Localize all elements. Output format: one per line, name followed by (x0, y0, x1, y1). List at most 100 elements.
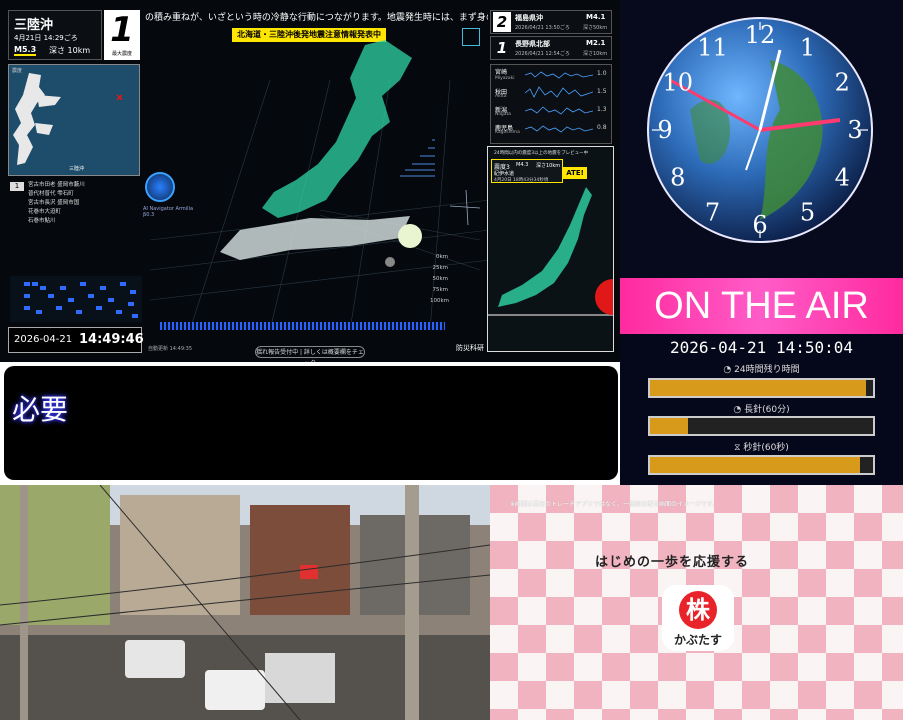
intensity-group-badge: 1 (10, 182, 24, 191)
clock-datetime: 2026-04-21 14:50:04 (669, 338, 854, 357)
station-value: 1.5 (597, 88, 607, 95)
recent-quake-place: 長野県北部 (515, 40, 550, 48)
clock-numeral: 11 (697, 34, 728, 62)
progress-bar-24h (648, 378, 875, 398)
quake-region: 三陸沖 (14, 18, 54, 33)
caption-text: 必要 (12, 393, 69, 426)
recent-quake-time: 2026/04/21 13:50ごろ (515, 25, 570, 31)
nied-logo: 防災科研 (456, 344, 484, 352)
clock-numeral: 10 (662, 69, 693, 97)
list-item: 普代村普代 雫石町 (28, 191, 74, 197)
progress-bar-second (648, 455, 875, 475)
recent-quake-mag: M4.1 (586, 13, 606, 21)
station-en: Niigata (495, 112, 512, 117)
preview-quake-card: 震度3 M4.3 深さ10km 紀伊水道 4月20日 18時43分34秒頃 (491, 159, 563, 183)
minimap-land (13, 73, 123, 165)
clock-numeral: 4 (835, 164, 850, 192)
advertisement-panel[interactable]: ※画面は実在のトレードアプリではなく、一般的な取引画面のイメージです。 はじめの… (490, 485, 903, 720)
progress-fill (650, 418, 688, 434)
max-intensity-label: 最大震度 (111, 51, 132, 57)
recent-quake-mag: M2.1 (586, 39, 606, 47)
street-scene (0, 485, 490, 720)
quake-info-card: 三陸沖 4月21日 14:29ごろ M5.3 深さ 10km (8, 10, 102, 60)
bar-label-text: 24時間残り時間 (734, 365, 800, 375)
seismic-meter-bar (160, 322, 445, 330)
station-en: Akita (495, 94, 507, 99)
clock-numeral: 8 (670, 164, 685, 192)
quake-depth: 深さ 10km (49, 46, 91, 55)
affected-places-list: 宮古市田老 盛岡市藪川 普代村普代 雫石町 宮古市長沢 盛岡市国 花巻市大迫町 … (28, 181, 138, 226)
bar-label-text: 長針(60分) (744, 405, 790, 415)
list-item: 花巻市大迫町 (28, 209, 62, 215)
recent-quake-intensity: 2 (493, 12, 511, 32)
preview-title: 24時間以内の震度3以上の地震をプレビュー中 (494, 151, 589, 156)
ad-logo-name: かぶたす (673, 633, 722, 647)
list-item: 宮古市長沢 盛岡市国 (28, 200, 80, 206)
report-button[interactable]: 揺れ報告受付中 | 詳しくは概要欄をチェック (255, 346, 365, 362)
caption-panel: 必要 (0, 362, 620, 485)
minimap[interactable]: 震度 三陸沖 (8, 64, 140, 176)
monitor-clock-time: 14:49:46 (79, 332, 144, 347)
update-timestamp: 自動更新 14:49:35 (148, 346, 193, 352)
recent-quake-row[interactable]: 2 福島県沖 M4.1 2026/04/21 13:50ごろ 深さ50km (490, 10, 612, 34)
recent-quake-intensity: 1 (496, 39, 508, 57)
max-intensity-value: 1 (110, 10, 134, 50)
preview-panel[interactable]: 24時間以内の震度3以上の地震をプレビュー中 震度3 M4.3 深さ10km 紀… (487, 146, 614, 352)
monitor-clock-date: 2026-04-21 (14, 334, 73, 345)
clock-numeral: 6 (752, 211, 767, 239)
minimap-region-label: 三陸沖 (69, 166, 85, 172)
clock-numeral: 3 (847, 116, 862, 144)
live-camera-feed (0, 485, 490, 720)
clock-numeral: 12 (745, 21, 776, 49)
ticker-text: の積み重ねが、いざという時の冷静な行動につながります。地震発生時には、まず身の安… (145, 13, 488, 23)
ad-tagline: はじめの一歩を応援する (595, 555, 750, 570)
progress-bar-minute (648, 416, 875, 436)
analog-clock: 12 12 3 45 6 78 9 1011 (620, 0, 903, 280)
bar-label-0: ◔ 24時間残り時間 (723, 365, 800, 375)
bar-label-2: ⧖ 秒針(60秒) (734, 443, 789, 453)
monitor-clock: 2026-04-21 14:49:46 (8, 327, 144, 353)
bar-label-text: 秒針(60秒) (743, 443, 789, 453)
recent-quake-row[interactable]: 1 長野県北部 M2.1 2026/04/21 12:54ごろ 深さ10km (490, 36, 612, 60)
recent-quake-depth: 深さ50km (583, 25, 608, 31)
ad-logo-card: 株 かぶたす (662, 585, 734, 651)
max-intensity-card: 1 最大震度 (104, 10, 140, 60)
preview-badge: ATE! (563, 167, 587, 179)
station-value: 1.3 (597, 106, 607, 113)
clock-numeral: 2 (835, 69, 850, 97)
recent-quake-time: 2026/04/21 12:54ごろ (515, 51, 570, 57)
quake-magnitude: M5.3 (14, 45, 37, 56)
list-item: 宮古市田老 盛岡市藪川 (28, 182, 85, 188)
depth-scale: 0km 25km 50km 75km 100km (430, 252, 450, 307)
recent-quake-place: 福島県沖 (515, 14, 543, 22)
preview-mag: M4.3 (516, 162, 529, 168)
progress-fill (650, 380, 867, 396)
kabutasu-logo-icon: 株 (679, 591, 717, 629)
bar-label-1: ◔ 長針(60分) (733, 405, 790, 415)
list-item: 石巻市鮎川 (28, 218, 56, 224)
waveform-lines (525, 71, 593, 133)
station-en: Kagoshima (495, 130, 520, 135)
ad-disclaimer: ※画面は実在のトレードアプリではなく、一般的な取引画面のイメージです。 (510, 501, 719, 508)
caption-box: 必要 (4, 366, 618, 480)
clock-numeral: 1 (800, 34, 815, 62)
depth-tick: 75km (432, 287, 448, 293)
preview-map (488, 187, 613, 316)
seismic-grid (10, 276, 142, 322)
depth-tick: 50km (432, 276, 448, 282)
station-value: 0.8 (597, 124, 607, 131)
recent-quake-depth: 深さ10km (583, 51, 608, 57)
station-value: 1.0 (597, 70, 607, 77)
on-air-banner: ON THE AIR (620, 278, 903, 334)
depth-tick: 0km (435, 254, 448, 260)
screen: 三陸沖 4月21日 14:29ごろ M5.3 深さ 10km 1 最大震度 震度… (0, 0, 903, 720)
preview-place: 紀伊水道 (494, 171, 515, 177)
clock-numeral: 9 (657, 116, 672, 144)
depth-tick: 100km (430, 298, 450, 304)
on-air-clock-panel: 12 1 2 3 4 5 6 7 8 9 10 11 ON THE AIR 2026-04-21 14… (620, 0, 903, 485)
clock-numeral: 7 (705, 198, 720, 226)
depth-tick: 25km (432, 265, 448, 271)
clock-numeral: 5 (800, 198, 815, 226)
quake-datetime: 4月21日 14:29ごろ (14, 34, 78, 42)
progress-fill (650, 457, 860, 473)
